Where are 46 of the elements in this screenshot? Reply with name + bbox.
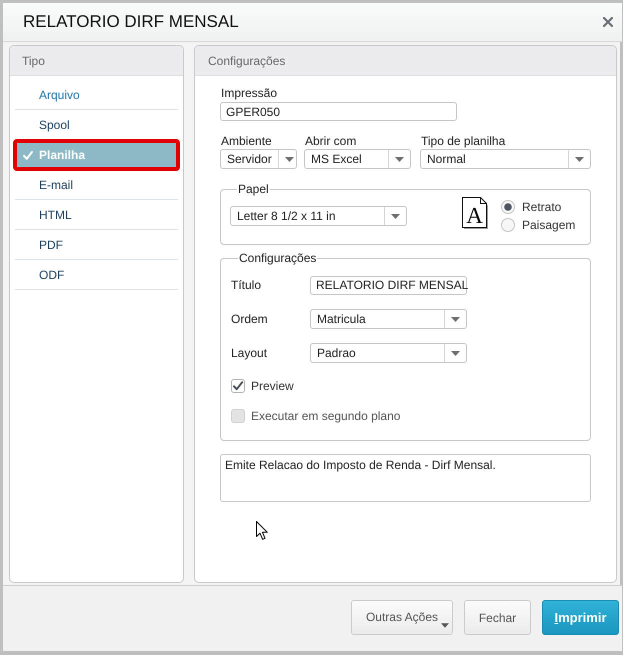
sidebar-item[interactable]: PDF [15,230,178,260]
caret-down-icon [395,156,404,162]
group-legend: Papel [237,182,270,196]
input-field[interactable]: RELATORIO DIRF MENSAL [310,276,467,294]
description-field[interactable]: Emite Relacao do Imposto de Renda - Dirf Mensal. [220,454,591,502]
close-button[interactable]: Fechar [464,600,531,635]
dropdown[interactable]: Servidor [220,149,297,169]
more-actions-button[interactable]: Outras Ações [351,600,453,635]
page-icon: A [462,197,489,230]
checkmark-icon [23,150,33,160]
caret-down-icon [575,156,584,162]
dropdown[interactable]: Normal [420,149,591,169]
field-label: Ordem [231,312,269,326]
sidebar-item[interactable]: Spool [15,110,178,140]
dropdown[interactable]: Matricula [310,309,467,329]
radio-option[interactable]: Paisagem [501,216,576,234]
field-label: Título [231,278,262,292]
caret-down-icon [391,214,400,218]
dropdown[interactable]: MS Excel [304,149,411,169]
radio-option[interactable]: Retrato [501,198,562,215]
caret-down-icon [451,316,460,322]
field-label: Layout [231,346,268,360]
caret-down-icon [451,350,460,356]
dropdown[interactable]: Letter 8 1/2 x 11 in [230,206,407,226]
caret-down-icon [441,623,449,628]
group-legend: Configurações [238,251,318,265]
sidebar-item[interactable]: ODF [15,260,178,290]
panel-header: Configurações [195,46,616,76]
radio-icon[interactable] [501,218,515,232]
window-title: RELATORIO DIRF MENSAL [23,12,239,32]
checkbox-option[interactable]: Preview [231,379,294,393]
field-label: Abrir com [305,134,358,148]
mouse-pointer-icon [256,521,268,540]
close-icon[interactable] [603,17,613,27]
field-label: Tipo de planilha [421,134,506,148]
sidebar-item[interactable]: HTML [15,200,178,230]
sidebar-item[interactable]: Arquivo [15,80,178,110]
input-field[interactable]: GPER050 [220,102,457,121]
panel-header: Tipo [10,46,183,76]
radio-icon[interactable] [501,200,515,214]
sidebar-item[interactable]: E-mail [15,170,178,200]
field-label: Impressão [221,86,278,100]
checkbox-icon[interactable] [231,379,245,393]
caret-down-icon [284,156,294,162]
field-label: Ambiente [221,134,273,148]
dropdown[interactable]: Padrao [310,343,467,363]
